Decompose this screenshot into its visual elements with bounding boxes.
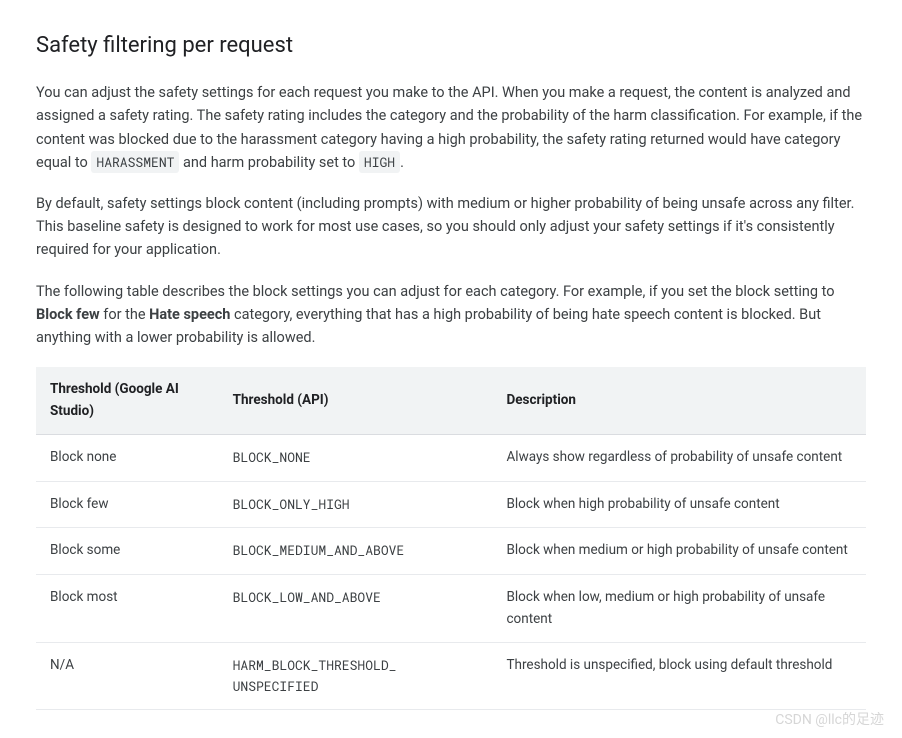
cell-studio: Block most [36, 575, 219, 643]
para3-pre: The following table describes the block … [36, 283, 835, 300]
para3-mid1: for the [100, 306, 149, 323]
para1-mid: and harm probability set to [179, 154, 358, 171]
para3-bold-hatespeech: Hate speech [149, 306, 230, 323]
code-high: HIGH [359, 151, 400, 173]
table-header-row: Threshold (Google AI Studio) Threshold (… [36, 367, 866, 435]
header-threshold-api: Threshold (API) [219, 367, 493, 435]
intro-paragraph-1: You can adjust the safety settings for e… [36, 81, 866, 174]
threshold-table: Threshold (Google AI Studio) Threshold (… [36, 367, 866, 710]
code-harassment: HARASSMENT [91, 151, 179, 173]
table-row: Block some BLOCK_MEDIUM_AND_ABOVE Block … [36, 528, 866, 575]
table-row: Block most BLOCK_LOW_AND_ABOVE Block whe… [36, 575, 866, 643]
intro-paragraph-3: The following table describes the block … [36, 280, 866, 350]
cell-description: Block when high probability of unsafe co… [492, 481, 866, 528]
cell-studio: Block some [36, 528, 219, 575]
cell-description: Block when low, medium or high probabili… [492, 575, 866, 643]
table-row: Block none BLOCK_NONE Always show regard… [36, 435, 866, 482]
para3-bold-blockfew: Block few [36, 306, 100, 323]
table-row: N/A HARM_BLOCK_THRESHOLD_ UNSPECIFIED Th… [36, 643, 866, 710]
cell-description: Threshold is unspecified, block using de… [492, 643, 866, 710]
intro-paragraph-2: By default, safety settings block conten… [36, 192, 866, 262]
cell-description: Block when medium or high probability of… [492, 528, 866, 575]
watermark-text: CSDN @llc的足迹 [775, 709, 884, 731]
cell-studio: N/A [36, 643, 219, 710]
section-heading: Safety filtering per request [36, 28, 866, 63]
header-threshold-studio: Threshold (Google AI Studio) [36, 367, 219, 435]
header-description: Description [492, 367, 866, 435]
cell-api: BLOCK_ONLY_HIGH [219, 481, 493, 528]
cell-studio: Block few [36, 481, 219, 528]
cell-api: BLOCK_LOW_AND_ABOVE [219, 575, 493, 643]
cell-studio: Block none [36, 435, 219, 482]
para1-post: . [400, 154, 404, 171]
cell-api: BLOCK_MEDIUM_AND_ABOVE [219, 528, 493, 575]
table-row: Block few BLOCK_ONLY_HIGH Block when hig… [36, 481, 866, 528]
cell-description: Always show regardless of probability of… [492, 435, 866, 482]
cell-api: HARM_BLOCK_THRESHOLD_ UNSPECIFIED [219, 643, 493, 710]
cell-api: BLOCK_NONE [219, 435, 493, 482]
